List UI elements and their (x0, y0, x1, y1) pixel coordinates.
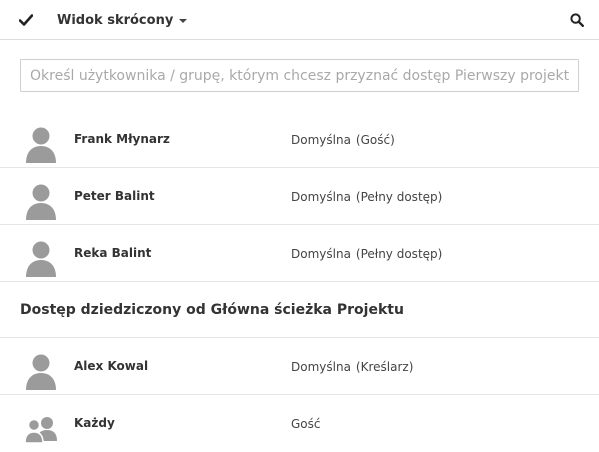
caret-down-icon (179, 18, 188, 23)
inherited-access-heading: Dostęp dziedziczony od Główna ścieżka Pr… (0, 282, 599, 338)
user-name: Frank Młynarz (74, 132, 170, 146)
user-icon (26, 127, 56, 163)
view-mode-dropdown[interactable]: Widok skrócony (57, 0, 188, 40)
group-role: Gość (291, 417, 321, 431)
user-row[interactable]: Frank Młynarz Domyślna (Gość) (0, 111, 599, 168)
search-icon[interactable] (568, 11, 586, 29)
access-list: Frank Młynarz Domyślna (Gość) Peter Balin… (0, 111, 599, 452)
user-name: Reka Balint (74, 246, 152, 260)
checkmark-icon[interactable] (16, 10, 36, 30)
user-role: Domyślna (Gość) (291, 133, 395, 147)
user-name: Peter Balint (74, 189, 155, 203)
group-row[interactable]: Każdy Gość (0, 395, 599, 452)
user-icon (26, 184, 56, 220)
user-row[interactable]: Reka Balint Domyślna (Pełny dostęp) (0, 225, 599, 282)
group-icon (24, 417, 57, 444)
user-role: Domyślna (Pełny dostęp) (291, 247, 443, 261)
user-row[interactable]: Peter Balint Domyślna (Pełny dostęp) (0, 168, 599, 225)
view-mode-label: Widok skrócony (57, 12, 174, 28)
user-role: Domyślna (Kreślarz) (291, 360, 414, 374)
section-title: Dostęp dziedziczony od Główna ścieżka Pr… (20, 302, 404, 318)
user-group-search-input[interactable] (20, 59, 579, 92)
user-row[interactable]: Alex Kowal Domyślna (Kreślarz) (0, 338, 599, 395)
group-name: Każdy (74, 416, 115, 430)
user-role: Domyślna (Pełny dostęp) (291, 190, 443, 204)
user-icon (26, 241, 56, 277)
toolbar: Widok skrócony (0, 0, 599, 40)
user-name: Alex Kowal (74, 359, 149, 373)
user-icon (26, 354, 56, 390)
